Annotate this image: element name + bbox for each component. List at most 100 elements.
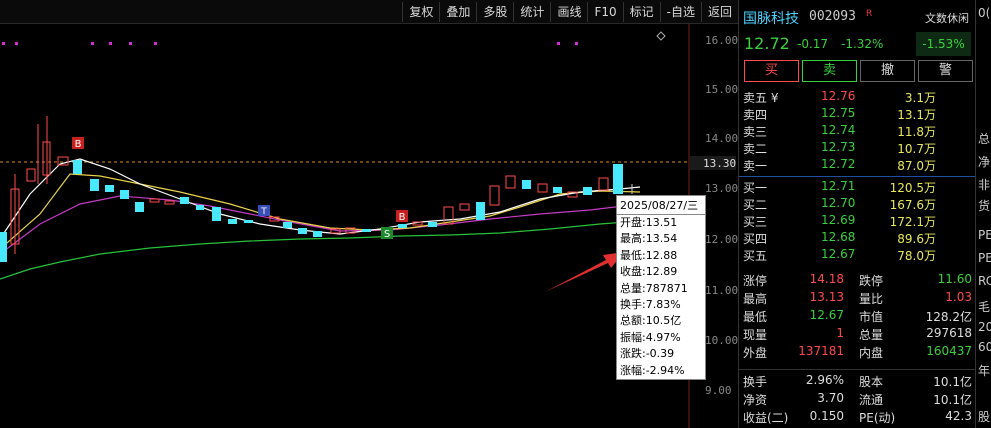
edge-text: RC [978, 274, 991, 288]
edge-text: 毛 [978, 300, 991, 314]
bid-volume: 172.1万 [889, 215, 936, 229]
toolbar-buttons: 复权 叠加 多股 统计 画线 F10 标记 -自选 返回 [402, 2, 738, 22]
edge-text: 总 [978, 132, 991, 146]
stat-value: 3.70 [817, 391, 844, 405]
price-change: -0.17 [797, 37, 829, 51]
stat-value: 2.96% [805, 373, 844, 387]
edge-text: 20 [978, 320, 991, 334]
stat-value: 11.60 [937, 272, 972, 286]
toolbar-button-overlay[interactable]: 叠加 [439, 2, 476, 22]
stat-label: 涨停 [743, 274, 768, 288]
bid-volume: 78.0万 [897, 249, 936, 263]
ask-volume: 11.8万 [897, 125, 936, 139]
stat-value: 1.03 [945, 290, 972, 304]
candles [0, 116, 633, 262]
price-axis-labels: 16.00 15.00 14.00 13.00 12.00 11.00 10.0… [705, 34, 738, 397]
ask-volume: 3.1万 [904, 91, 936, 105]
quote-header: 国脉科技 002093 R 文数休闲 [739, 0, 975, 30]
signal-dots [2, 42, 578, 45]
ask-label: 卖三 [743, 125, 768, 139]
bid-label: 买一 [743, 181, 768, 195]
bid-row: 买二 12.70 167.6万 [739, 196, 976, 213]
ask-price[interactable]: 12.72 [821, 157, 855, 171]
stock-name[interactable]: 国脉科技 [743, 8, 799, 28]
stat-value: 10.1亿 [933, 375, 972, 389]
ask-label: 卖五 ¥ [743, 91, 779, 105]
edge-text: PE [978, 251, 991, 265]
axis-label-15: 15.00 [705, 83, 738, 96]
index-change-badge: -1.53% [916, 32, 971, 56]
stat-label: 现量 [743, 328, 768, 342]
axis-label-13: 13.00 [705, 182, 738, 195]
stat-value: 12.67 [809, 308, 844, 322]
news-label[interactable]: 文数休闲 [925, 10, 969, 26]
annotation-arrow-1 [545, 252, 624, 292]
edge-text: 非 [978, 178, 991, 192]
ask-price[interactable]: 12.74 [821, 123, 855, 137]
sell-button[interactable]: 卖 [802, 60, 857, 82]
stat-label: 外盘 [743, 346, 768, 360]
toolbar-button-back[interactable]: 返回 [700, 2, 738, 22]
edge-text: 0( [978, 6, 991, 20]
stat-value: 13.13 [809, 290, 844, 304]
ask-row: 卖三 12.74 11.8万 [739, 123, 976, 140]
bid-volume: 120.5万 [889, 181, 936, 195]
ask-volume: 13.1万 [897, 108, 936, 122]
stat-row: 外盘 137181 内盘 160437 [739, 344, 976, 362]
toolbar-button-stats[interactable]: 统计 [513, 2, 550, 22]
bid-price[interactable]: 12.69 [821, 213, 855, 227]
toolbar-button-f10[interactable]: F10 [587, 2, 622, 22]
edge-text: PE [978, 228, 991, 242]
bid-price[interactable]: 12.70 [821, 196, 855, 210]
buy-marker-1-label: B [75, 139, 82, 150]
cancel-order-button[interactable]: 撤 [860, 60, 915, 82]
axis-label-9: 9.00 [705, 384, 732, 397]
diamond-icon [656, 31, 666, 41]
sell-marker-1-label: S [384, 229, 390, 240]
toolbar-button-fuquan[interactable]: 复权 [402, 2, 439, 22]
stat-value: 14.18 [809, 272, 844, 286]
buy-button[interactable]: 买 [744, 60, 799, 82]
stats-block-2: 换手 2.96% 股本 10.1亿 净资 3.70 流通 10.1亿 收益(二) 0.150 P… [739, 373, 976, 427]
ask-row: 卖四 12.75 13.1万 [739, 106, 976, 123]
quote-panel: 国脉科技 002093 R 文数休闲 12.72 -0.17 -1.32% -1… [738, 0, 976, 428]
stat-value: 160437 [926, 344, 972, 358]
toolbar-button-multi-stock[interactable]: 多股 [476, 2, 513, 22]
tooltip-change: 涨跌:-0.39 [620, 347, 675, 361]
bid-price[interactable]: 12.68 [821, 230, 855, 244]
toolbar-button-draw-line[interactable]: 画线 [550, 2, 587, 22]
axis-label-11: 11.00 [705, 284, 738, 297]
ask-label: 卖四 [743, 108, 768, 122]
edge-text: 货 [978, 199, 991, 213]
tooltip-amount: 总额:10.5亿 [620, 314, 682, 328]
ask-label: 卖二 [743, 142, 768, 156]
stats-divider [739, 369, 976, 370]
ask-row: 卖二 12.73 10.7万 [739, 140, 976, 157]
bid-price[interactable]: 12.71 [821, 179, 855, 193]
tooltip-open: 开盘:13.51 [620, 216, 678, 229]
stat-label: 最高 [743, 292, 768, 306]
ask-price[interactable]: 12.73 [821, 140, 855, 154]
ask-label: 卖一 [743, 159, 768, 173]
ask-price[interactable]: 12.76 [821, 89, 855, 103]
stat-row: 收益(二) 0.150 PE(动) 42.3 [739, 409, 976, 427]
stat-label: PE(动) [859, 411, 896, 425]
alert-button[interactable]: 警 [918, 60, 973, 82]
stat-row: 现量 1 总量 297618 [739, 326, 976, 344]
tooltip-date: 2025/08/27/三 [617, 196, 705, 215]
last-price: 12.72 [744, 34, 790, 53]
tooltip-volume: 总量:787871 [620, 281, 688, 295]
stats-block-1: 涨停 14.18 跌停 11.60 最高 13.13 量比 1.03 最低 12.67 市值 12… [739, 272, 976, 362]
bid-volume: 89.6万 [897, 232, 936, 246]
ask-price[interactable]: 12.75 [821, 106, 855, 120]
axis-label-16: 16.00 [705, 34, 738, 47]
toolbar-button-watchlist[interactable]: -自选 [659, 2, 701, 22]
stat-label: 股本 [859, 375, 884, 389]
ask-volume: 87.0万 [897, 159, 936, 173]
ma-line-green [0, 220, 641, 280]
chart-toolbar: 复权 叠加 多股 统计 画线 F10 标记 -自选 返回 [0, 0, 738, 24]
bid-price[interactable]: 12.67 [821, 247, 855, 261]
tooltip-turnover: 换手:7.83% [620, 297, 681, 311]
toolbar-button-mark[interactable]: 标记 [622, 2, 660, 22]
edge-text: 60 [978, 340, 991, 354]
